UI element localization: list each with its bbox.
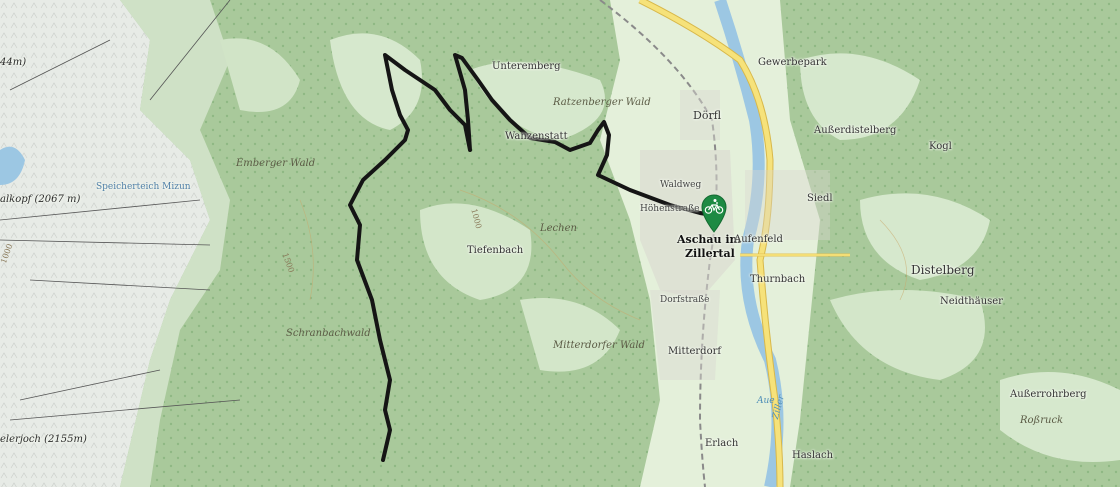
- area-label: Aue: [757, 396, 775, 406]
- place-label: Dörfl: [693, 109, 722, 122]
- street-label: Dorfstraße: [660, 295, 710, 305]
- map-base-layer: [0, 0, 1120, 487]
- town-area: [745, 170, 830, 240]
- place-label: Unteremberg: [492, 61, 561, 72]
- peak-label: 44m): [0, 57, 27, 68]
- place-label: Gewerbepark: [758, 57, 827, 68]
- peak-label: elerjoch (2155m): [0, 434, 87, 445]
- place-label: Wanzenstatt: [505, 131, 568, 142]
- forest-label: Schranbachwald: [286, 328, 371, 339]
- street-label: Höhenstraße: [640, 204, 700, 214]
- mountain-bike-icon: [701, 194, 727, 233]
- forest-label: Emberger Wald: [236, 158, 316, 169]
- place-label: Außerrohrberg: [1010, 389, 1087, 400]
- forest-label: Ratzenberger Wald: [553, 97, 651, 108]
- place-label: Siedl: [807, 193, 833, 204]
- place-label: Erlach: [705, 438, 739, 449]
- place-label: Außerdistelberg: [814, 125, 897, 136]
- place-label: Kogl: [929, 141, 952, 152]
- place-label: Aufenfeld: [734, 234, 783, 245]
- forest-label: Lechen: [540, 223, 577, 234]
- place-label: Neidthäuser: [940, 296, 1003, 307]
- peak-label: alkopf (2067 m): [0, 194, 81, 205]
- route-start-marker[interactable]: [699, 193, 729, 233]
- map-view[interactable]: 44m) alkopf (2067 m) elerjoch (2155m) Sp…: [0, 0, 1120, 487]
- place-label: Thurnbach: [750, 274, 806, 285]
- forest-label: Mitterdorfer Wald: [553, 340, 645, 351]
- place-label: Distelberg: [911, 263, 975, 277]
- street-label: Waldweg: [660, 180, 702, 190]
- town-label-line2: Zillertal: [685, 247, 735, 260]
- place-label: Tiefenbach: [467, 245, 524, 256]
- place-label: Haslach: [792, 450, 834, 461]
- place-label: Mitterdorf: [668, 346, 722, 357]
- lake-label: Speicherteich Mizun: [96, 182, 191, 192]
- town-label-line1: Aschau im: [677, 233, 742, 246]
- forest-label: Roßruck: [1020, 415, 1064, 426]
